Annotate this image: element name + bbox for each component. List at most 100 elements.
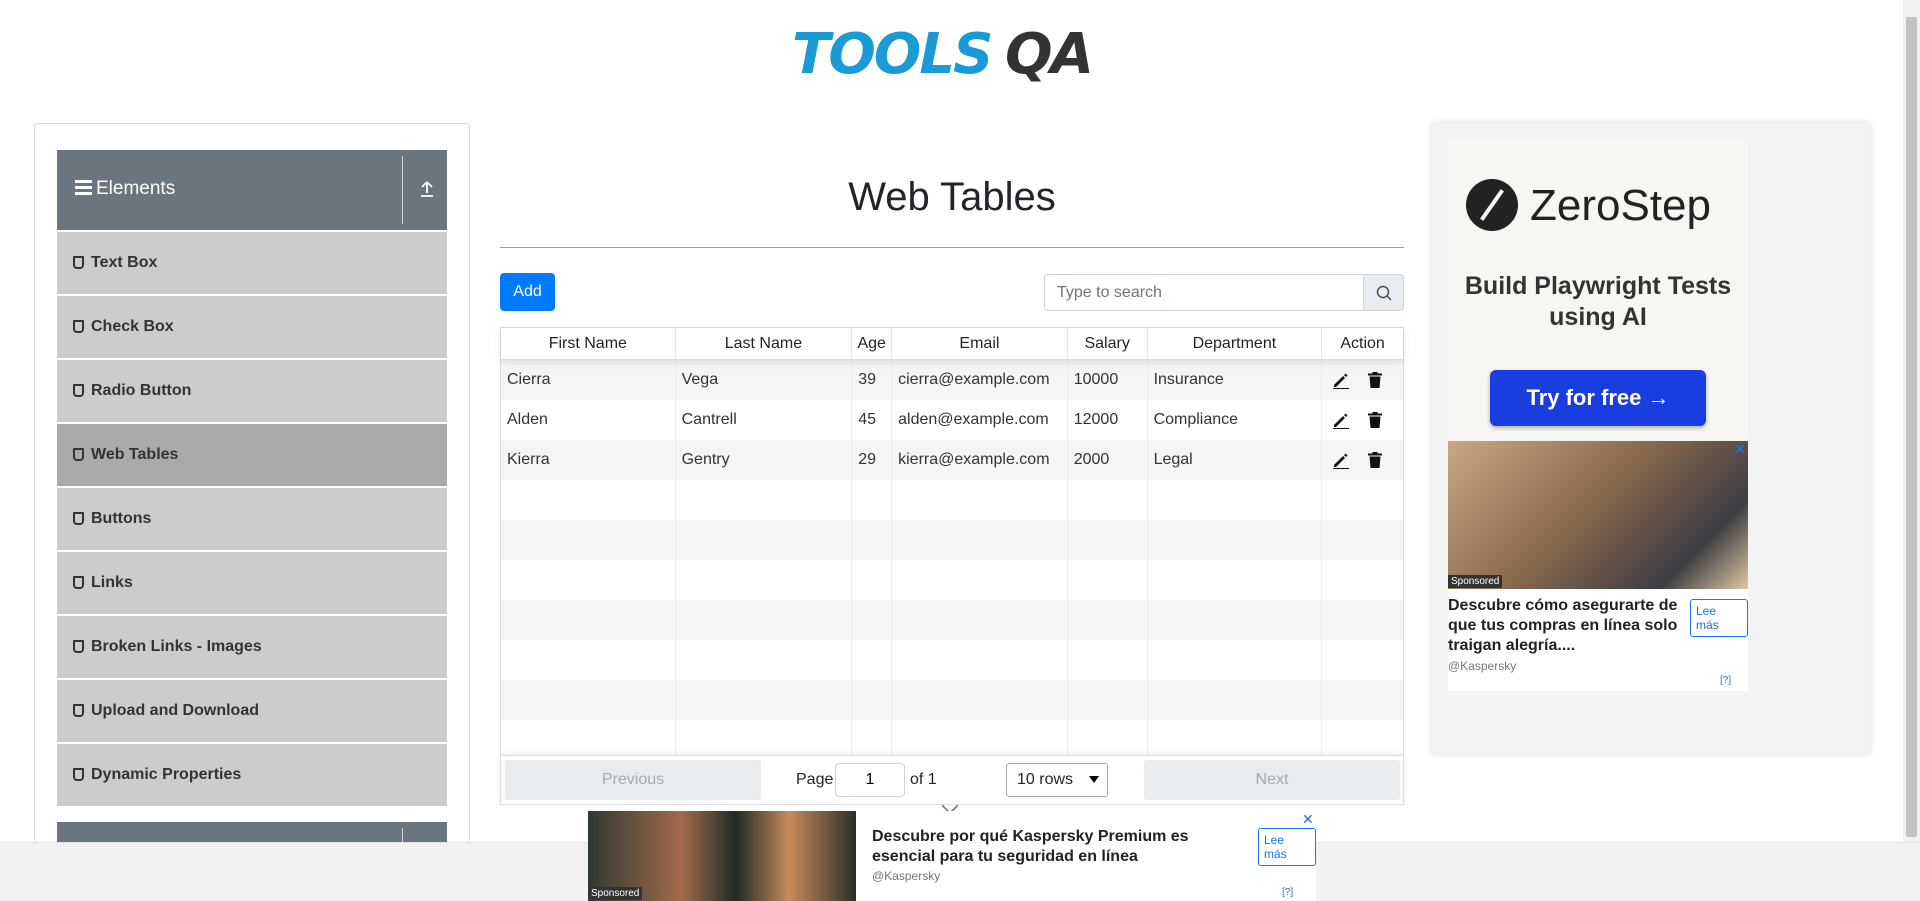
sidebar-item-label: Links <box>91 574 133 591</box>
cell-salary <box>1068 680 1148 720</box>
search-input[interactable] <box>1044 274 1364 311</box>
cell-last-name <box>676 640 853 680</box>
edit-icon[interactable] <box>1332 411 1350 429</box>
ad-title[interactable]: Descubre por qué Kaspersky Premium es es… <box>872 827 1212 867</box>
column-header-department[interactable]: Department <box>1148 328 1323 359</box>
try-for-free-button[interactable]: Try for free → <box>1490 370 1706 426</box>
search-button[interactable] <box>1363 274 1404 311</box>
cell-last-name: Vega <box>676 360 853 400</box>
sidebar-item-radio-button[interactable]: Radio Button <box>57 360 447 422</box>
cell-age: 29 <box>852 440 893 480</box>
read-more-button[interactable]: Lee más <box>1258 828 1316 866</box>
table-row <box>501 640 1403 680</box>
html5-icon <box>73 384 84 397</box>
edit-icon[interactable] <box>1332 371 1350 389</box>
cell-first-name <box>501 520 676 560</box>
sponsored-badge: Sponsored <box>1448 575 1503 588</box>
zerostep-ad[interactable]: ZeroStep Build Playwright Tests using AI… <box>1448 139 1748 439</box>
cell-action <box>1322 400 1403 440</box>
delete-icon[interactable] <box>1366 451 1384 469</box>
cell-action <box>1322 600 1403 640</box>
adchoices-icon[interactable]: [?] <box>1720 675 1731 686</box>
close-icon[interactable]: ✕ <box>1734 441 1746 458</box>
cell-email <box>892 720 1068 760</box>
group-divider <box>402 828 403 842</box>
sidebar-item-broken-links[interactable]: Broken Links - Images <box>57 616 447 678</box>
cell-first-name <box>501 640 676 680</box>
group-divider <box>402 156 403 224</box>
sidebar-item-links[interactable]: Links <box>57 552 447 614</box>
table-row: Alden Cantrell 45 alden@example.com 12000 Com… <box>501 400 1403 440</box>
page-label: Page <box>796 771 834 788</box>
column-header-email[interactable]: Email <box>892 328 1068 359</box>
next-group-header[interactable] <box>57 822 447 842</box>
table-body: Cierra Vega 39 cierra@example.com 10000 Insur… <box>501 360 1403 760</box>
ad-source: @Kaspersky <box>1448 659 1517 673</box>
adchoices-icon[interactable]: [?] <box>1282 887 1293 898</box>
column-header-first-name[interactable]: First Name <box>501 328 676 359</box>
cell-first-name <box>501 720 676 760</box>
html5-icon <box>73 448 84 461</box>
sidebar-item-text-box[interactable]: Text Box <box>57 232 447 294</box>
cell-last-name <box>676 480 853 520</box>
cell-first-name <box>501 480 676 520</box>
cell-action <box>1322 720 1403 760</box>
cell-department: Insurance <box>1148 360 1323 400</box>
elements-menu: Text Box Check Box Radio Button Web Tabl… <box>57 232 447 808</box>
cell-department: Compliance <box>1148 400 1323 440</box>
cell-age <box>852 480 893 520</box>
next-button[interactable]: Next <box>1144 760 1400 800</box>
web-table: First Name Last Name Age Email Salary De… <box>500 327 1404 761</box>
cell-age <box>852 720 893 760</box>
cell-email: kierra@example.com <box>892 440 1068 480</box>
cell-last-name <box>676 720 853 760</box>
cell-salary <box>1068 600 1148 640</box>
sidebar-item-web-tables[interactable]: Web Tables <box>57 424 447 486</box>
ad-title[interactable]: Descubre cómo asegurarte de que tus comp… <box>1448 596 1678 656</box>
cell-age <box>852 680 893 720</box>
sidebar-item-buttons[interactable]: Buttons <box>57 488 447 550</box>
cell-action <box>1322 640 1403 680</box>
read-more-button[interactable]: Lee más <box>1690 599 1748 637</box>
scrollbar-thumb[interactable] <box>1906 17 1917 837</box>
zerostep-name: ZeroStep <box>1530 181 1711 230</box>
cell-email <box>892 680 1068 720</box>
table-header: First Name Last Name Age Email Salary De… <box>501 328 1403 360</box>
sidebar-item-upload-download[interactable]: Upload and Download <box>57 680 447 742</box>
total-pages-label: of 1 <box>910 771 937 788</box>
edit-icon[interactable] <box>1332 451 1350 469</box>
column-header-last-name[interactable]: Last Name <box>676 328 853 359</box>
cell-department <box>1148 600 1323 640</box>
cell-action <box>1322 480 1403 520</box>
title-divider <box>500 247 1404 248</box>
html5-icon <box>73 256 84 269</box>
page-number-input[interactable] <box>835 763 905 797</box>
cell-salary <box>1068 560 1148 600</box>
cell-department <box>1148 720 1323 760</box>
cell-email <box>892 640 1068 680</box>
kaspersky-bottom-ad[interactable]: Sponsored Descubre por qué Kaspersky Pre… <box>588 811 1316 901</box>
delete-icon[interactable] <box>1366 411 1384 429</box>
elements-group-header[interactable]: Elements <box>57 150 447 230</box>
cell-first-name: Cierra <box>501 360 676 400</box>
previous-button[interactable]: Previous <box>505 760 761 800</box>
sidebar-item-check-box[interactable]: Check Box <box>57 296 447 358</box>
kaspersky-side-ad[interactable]: Sponsored ✕ Descubre cómo asegurarte de … <box>1448 441 1748 691</box>
column-header-action[interactable]: Action <box>1322 328 1403 359</box>
column-header-age[interactable]: Age <box>852 328 893 359</box>
column-header-salary[interactable]: Salary <box>1068 328 1148 359</box>
sidebar-item-label: Buttons <box>91 510 152 527</box>
rows-per-page-select[interactable]: 10 rows <box>1006 763 1108 797</box>
delete-icon[interactable] <box>1366 371 1384 389</box>
close-icon[interactable]: ✕ <box>1302 811 1314 828</box>
sidebar-item-dynamic-properties[interactable]: Dynamic Properties <box>57 744 447 806</box>
add-button[interactable]: Add <box>500 273 555 311</box>
ad-image <box>1448 441 1748 589</box>
cell-last-name <box>676 560 853 600</box>
html5-icon <box>73 768 84 781</box>
cell-last-name <box>676 680 853 720</box>
chevron-down-icon <box>1089 776 1099 783</box>
html5-icon <box>73 576 84 589</box>
collapse-up-icon[interactable] <box>419 180 435 198</box>
cell-action <box>1322 560 1403 600</box>
